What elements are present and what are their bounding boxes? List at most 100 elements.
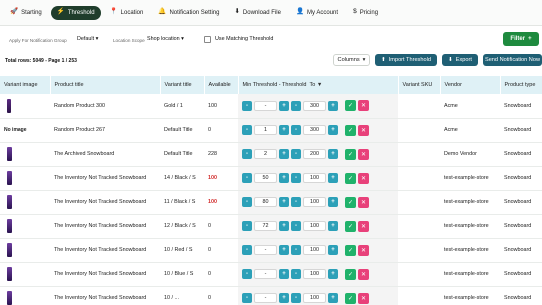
confirm-check-icon[interactable]: ✓ bbox=[345, 172, 356, 184]
min-decrement-button[interactable]: - bbox=[242, 221, 252, 231]
min-increment-button[interactable]: + bbox=[279, 269, 289, 279]
table-row[interactable]: The Inventory Not Tracked Snowboard 12 / … bbox=[0, 214, 542, 239]
col-header-image[interactable]: Variant image bbox=[0, 76, 51, 94]
table-row[interactable]: The Inventory Not Tracked Snowboard 10 / … bbox=[0, 286, 542, 305]
cancel-x-icon[interactable]: ✕ bbox=[358, 244, 369, 256]
min-decrement-button[interactable]: - bbox=[242, 197, 252, 207]
nav-item-location[interactable]: 📍 Location bbox=[104, 6, 150, 20]
col-header-vendor[interactable]: Vendor bbox=[440, 76, 501, 94]
confirm-check-icon[interactable]: ✓ bbox=[345, 244, 356, 256]
nav-item-threshold[interactable]: ⚡ Threshold bbox=[50, 5, 101, 20]
cancel-x-icon[interactable]: ✕ bbox=[358, 196, 369, 208]
col-header-variant[interactable]: Variant title bbox=[160, 76, 205, 94]
col-header-threshold[interactable]: Min Threshold - Threshold To ▼ bbox=[238, 76, 399, 94]
max-threshold-input[interactable]: 100 bbox=[303, 221, 326, 231]
table-row[interactable]: The Inventory Not Tracked Snowboard 10 / … bbox=[0, 262, 542, 287]
nav-item-notification-setting[interactable]: 🔔 Notification Setting bbox=[152, 6, 225, 20]
min-increment-button[interactable]: + bbox=[279, 197, 289, 207]
min-increment-button[interactable]: + bbox=[279, 125, 289, 135]
table-row[interactable]: The Inventory Not Tracked Snowboard 11 / … bbox=[0, 190, 542, 215]
max-decrement-button[interactable]: - bbox=[291, 197, 301, 207]
min-threshold-input[interactable]: 2 bbox=[254, 149, 277, 159]
confirm-check-icon[interactable]: ✓ bbox=[345, 148, 356, 160]
min-decrement-button[interactable]: - bbox=[242, 125, 252, 135]
max-increment-button[interactable]: + bbox=[328, 293, 338, 303]
max-decrement-button[interactable]: - bbox=[291, 100, 301, 111]
min-threshold-input[interactable]: 80 bbox=[254, 197, 277, 207]
table-row[interactable]: The Archived Snowboard Default Title 228 -… bbox=[0, 142, 542, 167]
confirm-check-icon[interactable]: ✓ bbox=[345, 196, 356, 208]
max-increment-button[interactable]: + bbox=[328, 125, 338, 135]
nav-item-pricing[interactable]: $ Pricing bbox=[347, 6, 384, 20]
min-increment-button[interactable]: + bbox=[279, 149, 289, 159]
confirm-check-icon[interactable]: ✓ bbox=[345, 292, 356, 304]
max-increment-button[interactable]: + bbox=[328, 221, 338, 231]
col-header-sku[interactable]: Variant SKU bbox=[398, 76, 441, 94]
max-decrement-button[interactable]: - bbox=[291, 221, 301, 231]
min-threshold-input[interactable]: - bbox=[254, 293, 277, 303]
table-row[interactable]: Random Product 300 Gold / 1 100 - - + - 30… bbox=[0, 94, 542, 119]
max-increment-button[interactable]: + bbox=[328, 173, 338, 183]
col-header-type[interactable]: Product type bbox=[500, 76, 542, 94]
max-decrement-button[interactable]: - bbox=[291, 245, 301, 255]
max-decrement-button[interactable]: - bbox=[291, 269, 301, 279]
min-threshold-input[interactable]: - bbox=[254, 245, 277, 255]
min-decrement-button[interactable]: - bbox=[242, 100, 252, 111]
import-threshold-button[interactable]: ⬆ Import Threshold bbox=[375, 54, 437, 66]
min-threshold-input[interactable]: - bbox=[254, 100, 277, 111]
max-threshold-input[interactable]: 100 bbox=[303, 293, 326, 303]
min-decrement-button[interactable]: - bbox=[242, 269, 252, 279]
col-header-available[interactable]: Available bbox=[204, 76, 239, 94]
table-row[interactable]: The Inventory Not Tracked Snowboard 14 / … bbox=[0, 166, 542, 191]
confirm-check-icon[interactable]: ✓ bbox=[345, 124, 356, 136]
cancel-x-icon[interactable]: ✕ bbox=[358, 220, 369, 232]
cancel-x-icon[interactable]: ✕ bbox=[358, 268, 369, 280]
min-increment-button[interactable]: + bbox=[279, 173, 289, 183]
min-threshold-input[interactable]: 50 bbox=[254, 173, 277, 183]
max-decrement-button[interactable]: - bbox=[291, 149, 301, 159]
max-threshold-input[interactable]: 300 bbox=[303, 100, 326, 111]
max-increment-button[interactable]: + bbox=[328, 269, 338, 279]
nav-item-download-file[interactable]: ⬇ Download File bbox=[228, 6, 286, 20]
max-threshold-input[interactable]: 100 bbox=[303, 269, 326, 279]
max-decrement-button[interactable]: - bbox=[291, 125, 301, 135]
notification-group-select[interactable]: Default ▾ bbox=[77, 36, 98, 42]
min-decrement-button[interactable]: - bbox=[242, 245, 252, 255]
max-threshold-input[interactable]: 300 bbox=[303, 125, 326, 135]
columns-button[interactable]: Columns ▾ bbox=[333, 54, 370, 66]
confirm-check-icon[interactable]: ✓ bbox=[345, 268, 356, 280]
table-row[interactable]: No image Random Product 267 Default Title 0… bbox=[0, 118, 542, 143]
min-increment-button[interactable]: + bbox=[279, 245, 289, 255]
max-increment-button[interactable]: + bbox=[328, 149, 338, 159]
col-header-product[interactable]: Product title bbox=[50, 76, 161, 94]
nav-item-starting[interactable]: 🚀 Starting bbox=[4, 6, 48, 20]
max-increment-button[interactable]: + bbox=[328, 245, 338, 255]
min-increment-button[interactable]: + bbox=[279, 293, 289, 303]
send-notification-button[interactable]: Send Notification Now bbox=[483, 54, 542, 66]
min-increment-button[interactable]: + bbox=[279, 100, 289, 111]
location-scope-select[interactable]: Shop location ▾ bbox=[147, 36, 184, 42]
max-threshold-input[interactable]: 100 bbox=[303, 173, 326, 183]
min-decrement-button[interactable]: - bbox=[242, 149, 252, 159]
min-decrement-button[interactable]: - bbox=[242, 293, 252, 303]
table-row[interactable]: The Inventory Not Tracked Snowboard 10 / … bbox=[0, 238, 542, 263]
cancel-x-icon[interactable]: ✕ bbox=[358, 100, 369, 112]
matching-threshold-checkbox[interactable] bbox=[204, 36, 211, 43]
max-threshold-input[interactable]: 200 bbox=[303, 149, 326, 159]
max-increment-button[interactable]: + bbox=[328, 197, 338, 207]
confirm-check-icon[interactable]: ✓ bbox=[345, 100, 356, 112]
cancel-x-icon[interactable]: ✕ bbox=[358, 124, 369, 136]
max-decrement-button[interactable]: - bbox=[291, 293, 301, 303]
min-threshold-input[interactable]: 1 bbox=[254, 125, 277, 135]
max-threshold-input[interactable]: 100 bbox=[303, 245, 326, 255]
cancel-x-icon[interactable]: ✕ bbox=[358, 172, 369, 184]
min-decrement-button[interactable]: - bbox=[242, 173, 252, 183]
max-decrement-button[interactable]: - bbox=[291, 173, 301, 183]
min-increment-button[interactable]: + bbox=[279, 221, 289, 231]
export-button[interactable]: ⬇ Export bbox=[442, 54, 478, 66]
cancel-x-icon[interactable]: ✕ bbox=[358, 148, 369, 160]
max-increment-button[interactable]: + bbox=[328, 100, 338, 111]
min-threshold-input[interactable]: - bbox=[254, 269, 277, 279]
min-threshold-input[interactable]: 72 bbox=[254, 221, 277, 231]
filter-button[interactable]: Filter + bbox=[503, 32, 539, 46]
